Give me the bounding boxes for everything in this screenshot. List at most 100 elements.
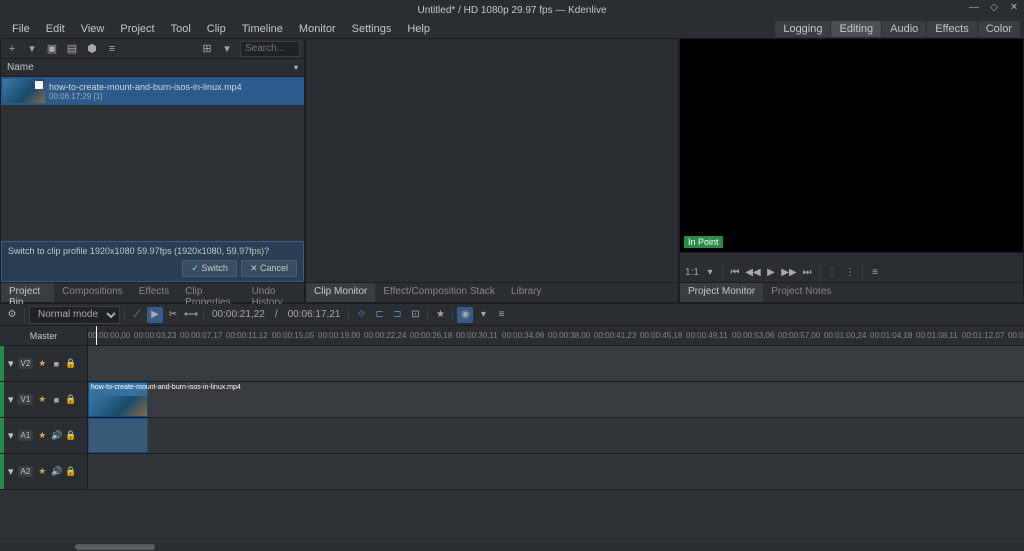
track-tool-icon[interactable]: ⟋	[129, 307, 145, 323]
options-icon[interactable]: ⋮	[842, 264, 858, 280]
menu-help[interactable]: Help	[399, 21, 438, 37]
zone-end-icon[interactable]: ⊐	[389, 307, 405, 323]
lock-icon[interactable]: 🔒	[65, 430, 75, 441]
maximize-button[interactable]: ◇	[988, 2, 1000, 13]
selection-tool-icon[interactable]: ▶	[147, 307, 163, 323]
menu-timeline[interactable]: Timeline	[234, 21, 291, 37]
layout-effects[interactable]: Effects	[927, 21, 976, 37]
star-icon[interactable]: ★	[37, 466, 47, 477]
track-header[interactable]: ▾ A1 ★ 🔊 🔒	[0, 418, 88, 453]
tab-project-monitor[interactable]: Project Monitor	[680, 283, 763, 302]
search-input[interactable]	[240, 41, 300, 57]
menu-edit[interactable]: Edit	[38, 21, 73, 37]
expand-icon[interactable]: ▾	[8, 465, 14, 478]
chevron-down-icon[interactable]: ▾	[220, 42, 234, 55]
track-content[interactable]	[88, 346, 1024, 381]
tab-project-notes[interactable]: Project Notes	[763, 283, 839, 302]
tab-project-bin[interactable]: Project Bin	[1, 283, 54, 302]
tab-undo-history[interactable]: Undo History	[244, 283, 304, 302]
favorite-icon[interactable]: ★	[432, 307, 448, 323]
monitor-view[interactable]: In Point	[680, 39, 1023, 252]
close-button[interactable]: ✕	[1008, 2, 1020, 13]
mix-clips-icon[interactable]: ⟐	[353, 307, 369, 323]
timeline-audio-clip[interactable]	[88, 418, 148, 453]
timecode-current[interactable]: 00:00:21,22	[208, 309, 269, 320]
tab-clip-monitor[interactable]: Clip Monitor	[306, 283, 375, 302]
lock-icon[interactable]: 🔒	[65, 394, 75, 405]
tab-effect-stack[interactable]: Effect/Composition Stack	[375, 283, 503, 302]
menu-icon[interactable]: ⋮	[824, 264, 840, 280]
track-header[interactable]: ▾ V1 ★ ■ 🔒	[0, 382, 88, 417]
chevron-down-icon[interactable]: ▾	[25, 42, 39, 55]
view-mode-icon[interactable]: ⊞	[200, 42, 214, 55]
menu-clip[interactable]: Clip	[199, 21, 234, 37]
bin-column-header[interactable]: Name ▾	[1, 59, 304, 77]
clip-item[interactable]: how-to-create-mount-and-burn-isos-in-lin…	[1, 77, 304, 105]
mute-icon[interactable]: ■	[51, 359, 61, 369]
tag-icon[interactable]: ⬢	[85, 42, 99, 55]
mute-icon[interactable]: ■	[51, 395, 61, 405]
tab-library[interactable]: Library	[503, 283, 550, 302]
track-content[interactable]	[88, 418, 1024, 453]
tab-clip-properties[interactable]: Clip Properties	[177, 283, 243, 302]
monitor-ruler[interactable]	[680, 252, 1023, 262]
master-track-header[interactable]: Master	[0, 326, 88, 345]
skip-start-icon[interactable]: ⏮	[727, 264, 743, 280]
menu-project[interactable]: Project	[112, 21, 162, 37]
list-icon[interactable]: ≡	[105, 43, 119, 55]
layout-audio[interactable]: Audio	[882, 21, 926, 37]
chevron-down-icon[interactable]: ▾	[294, 63, 298, 72]
rewind-icon[interactable]: ◀◀	[745, 264, 761, 280]
scroll-thumb[interactable]	[75, 544, 155, 550]
tab-effects[interactable]: Effects	[131, 283, 177, 302]
expand-icon[interactable]: ▾	[8, 357, 14, 370]
add-clip-icon[interactable]: +	[5, 43, 19, 55]
clip-monitor-view[interactable]	[306, 39, 678, 282]
track-header[interactable]: ▾ V2 ★ ■ 🔒	[0, 346, 88, 381]
zone-start-icon[interactable]: ⊏	[371, 307, 387, 323]
expand-icon[interactable]: ▾	[8, 393, 14, 406]
star-icon[interactable]: ★	[37, 394, 47, 405]
star-icon[interactable]: ★	[37, 358, 47, 369]
track-content[interactable]	[88, 454, 1024, 489]
edit-mode-select[interactable]: Normal mode	[29, 306, 120, 324]
menu-tool[interactable]: Tool	[163, 21, 199, 37]
preview-icon[interactable]: ◉	[457, 307, 473, 323]
skip-end-icon[interactable]: ⏭	[799, 264, 815, 280]
timeline-clip[interactable]: how-to-create-mount-and-burn-isos-in-lin…	[88, 382, 148, 417]
forward-icon[interactable]: ▶▶	[781, 264, 797, 280]
cancel-button[interactable]: ✕ Cancel	[241, 260, 297, 277]
star-icon[interactable]: ★	[37, 430, 47, 441]
expand-icon[interactable]: ▾	[8, 429, 14, 442]
gear-icon[interactable]: ⚙	[4, 307, 20, 323]
chevron-down-icon[interactable]: ▾	[475, 307, 491, 323]
menu-view[interactable]: View	[73, 21, 113, 37]
spacer-tool-icon[interactable]: ⟷	[183, 307, 199, 323]
minimize-button[interactable]: —	[968, 2, 980, 13]
menu-settings[interactable]: Settings	[344, 21, 400, 37]
lock-icon[interactable]: 🔒	[65, 358, 75, 369]
folder-icon[interactable]: ▣	[45, 42, 59, 55]
delete-icon[interactable]: ▤	[65, 42, 79, 55]
zoom-level[interactable]: 1:1	[684, 264, 700, 280]
razor-tool-icon[interactable]: ✂	[165, 307, 181, 323]
track-content[interactable]: how-to-create-mount-and-burn-isos-in-lin…	[88, 382, 1024, 417]
track-header[interactable]: ▾ A2 ★ 🔊 🔒	[0, 454, 88, 489]
tab-compositions[interactable]: Compositions	[54, 283, 131, 302]
layout-editing[interactable]: Editing	[831, 21, 881, 37]
menu-monitor[interactable]: Monitor	[291, 21, 344, 37]
timeline-ruler[interactable]: 00:00:00,00 00:00:03,23 00:00:07,17 00:0…	[88, 326, 1024, 345]
layout-logging[interactable]: Logging	[775, 21, 830, 37]
bin-content[interactable]: how-to-create-mount-and-burn-isos-in-lin…	[1, 77, 304, 282]
hamburger-icon[interactable]: ≡	[493, 307, 509, 323]
overwrite-icon[interactable]: ⊡	[407, 307, 423, 323]
play-icon[interactable]: ▶	[763, 264, 779, 280]
playhead[interactable]	[96, 326, 97, 345]
lock-icon[interactable]: 🔒	[65, 466, 75, 477]
layout-color[interactable]: Color	[978, 21, 1020, 37]
speaker-icon[interactable]: 🔊	[51, 430, 61, 441]
menu-file[interactable]: File	[4, 21, 38, 37]
switch-button[interactable]: ✓ Switch	[182, 260, 237, 277]
speaker-icon[interactable]: 🔊	[51, 466, 61, 477]
chevron-down-icon[interactable]: ▾	[702, 264, 718, 280]
